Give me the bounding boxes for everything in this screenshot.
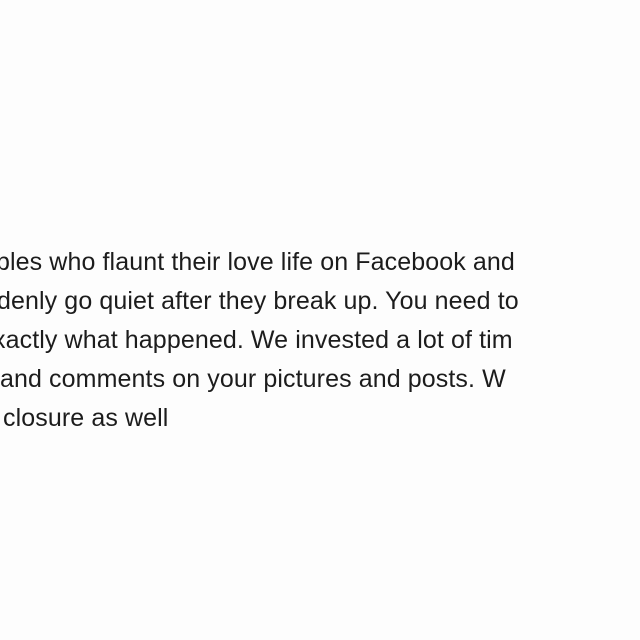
post-card: bles who flaunt their love life on Faceb… [0,0,640,640]
post-text-line-5: closure as well [3,404,169,432]
post-text-line-2: denly go quiet after they break up. You … [0,287,519,315]
post-text-line-4: and comments on your pictures and posts.… [0,365,506,393]
post-text-line-3: xactly what happened. We invested a lot … [0,326,513,354]
post-text-line-1: bles who flaunt their love life on Faceb… [0,248,515,276]
